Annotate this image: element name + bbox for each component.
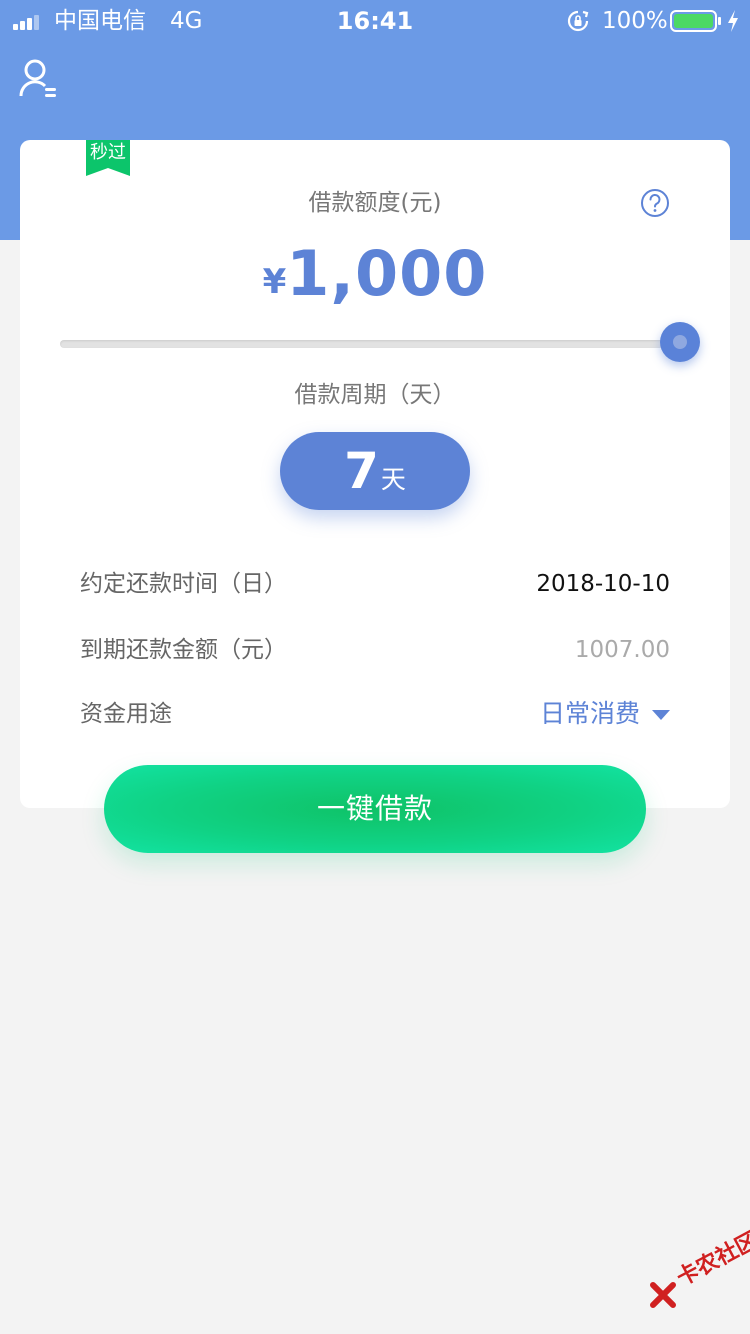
amount-slider-handle[interactable] <box>660 322 700 362</box>
repayment-amount-value: 1007.00 <box>574 637 670 663</box>
caret-down-icon <box>652 710 670 720</box>
currency-symbol: ¥ <box>262 262 287 302</box>
fund-usage-row: 资金用途 日常消费 <box>80 694 670 734</box>
repayment-date-value: 2018-10-10 <box>536 571 670 597</box>
period-unit: 天 <box>380 465 406 494</box>
rotation-lock-icon <box>567 10 589 32</box>
loan-card: 秒过 借款额度(元) ¥1,000 借款周期（天） 7天 约定还款时间（日） 2… <box>20 140 730 808</box>
period-selector-button[interactable]: 7天 <box>280 432 470 510</box>
fund-usage-value: 日常消费 <box>539 699 640 728</box>
repayment-date-label: 约定还款时间（日） <box>80 571 287 597</box>
fund-usage-dropdown[interactable]: 日常消费 <box>540 694 670 734</box>
watermark-logo: 卡农社区 <box>648 1228 750 1310</box>
fund-usage-label: 资金用途 <box>80 701 172 727</box>
status-bar: 中国电信 4G 16:41 100% <box>0 0 750 40</box>
repayment-date-row: 约定还款时间（日） 2018-10-10 <box>80 564 670 604</box>
badge-label: 秒过 <box>90 142 126 163</box>
period-label: 借款周期（天） <box>294 382 456 408</box>
amount-label: 借款额度(元) <box>308 190 442 216</box>
repayment-amount-label: 到期还款金额（元） <box>80 637 287 663</box>
amount-slider-track[interactable] <box>60 340 674 348</box>
battery-icon <box>670 10 721 32</box>
help-icon[interactable] <box>640 188 670 218</box>
user-profile-icon[interactable] <box>18 58 58 100</box>
charging-icon <box>728 10 738 32</box>
watermark-icon <box>650 1282 676 1308</box>
fast-approval-badge: 秒过 <box>86 140 130 176</box>
amount-value: 1,000 <box>286 237 488 310</box>
period-value: 7 <box>344 442 379 500</box>
borrow-now-button[interactable]: 一键借款 <box>104 765 646 853</box>
repayment-amount-row: 到期还款金额（元） 1007.00 <box>80 630 670 670</box>
watermark-text: 卡农社区 <box>672 1227 750 1292</box>
battery-percent: 100% <box>602 8 668 34</box>
amount-display: ¥1,000 <box>20 236 730 328</box>
